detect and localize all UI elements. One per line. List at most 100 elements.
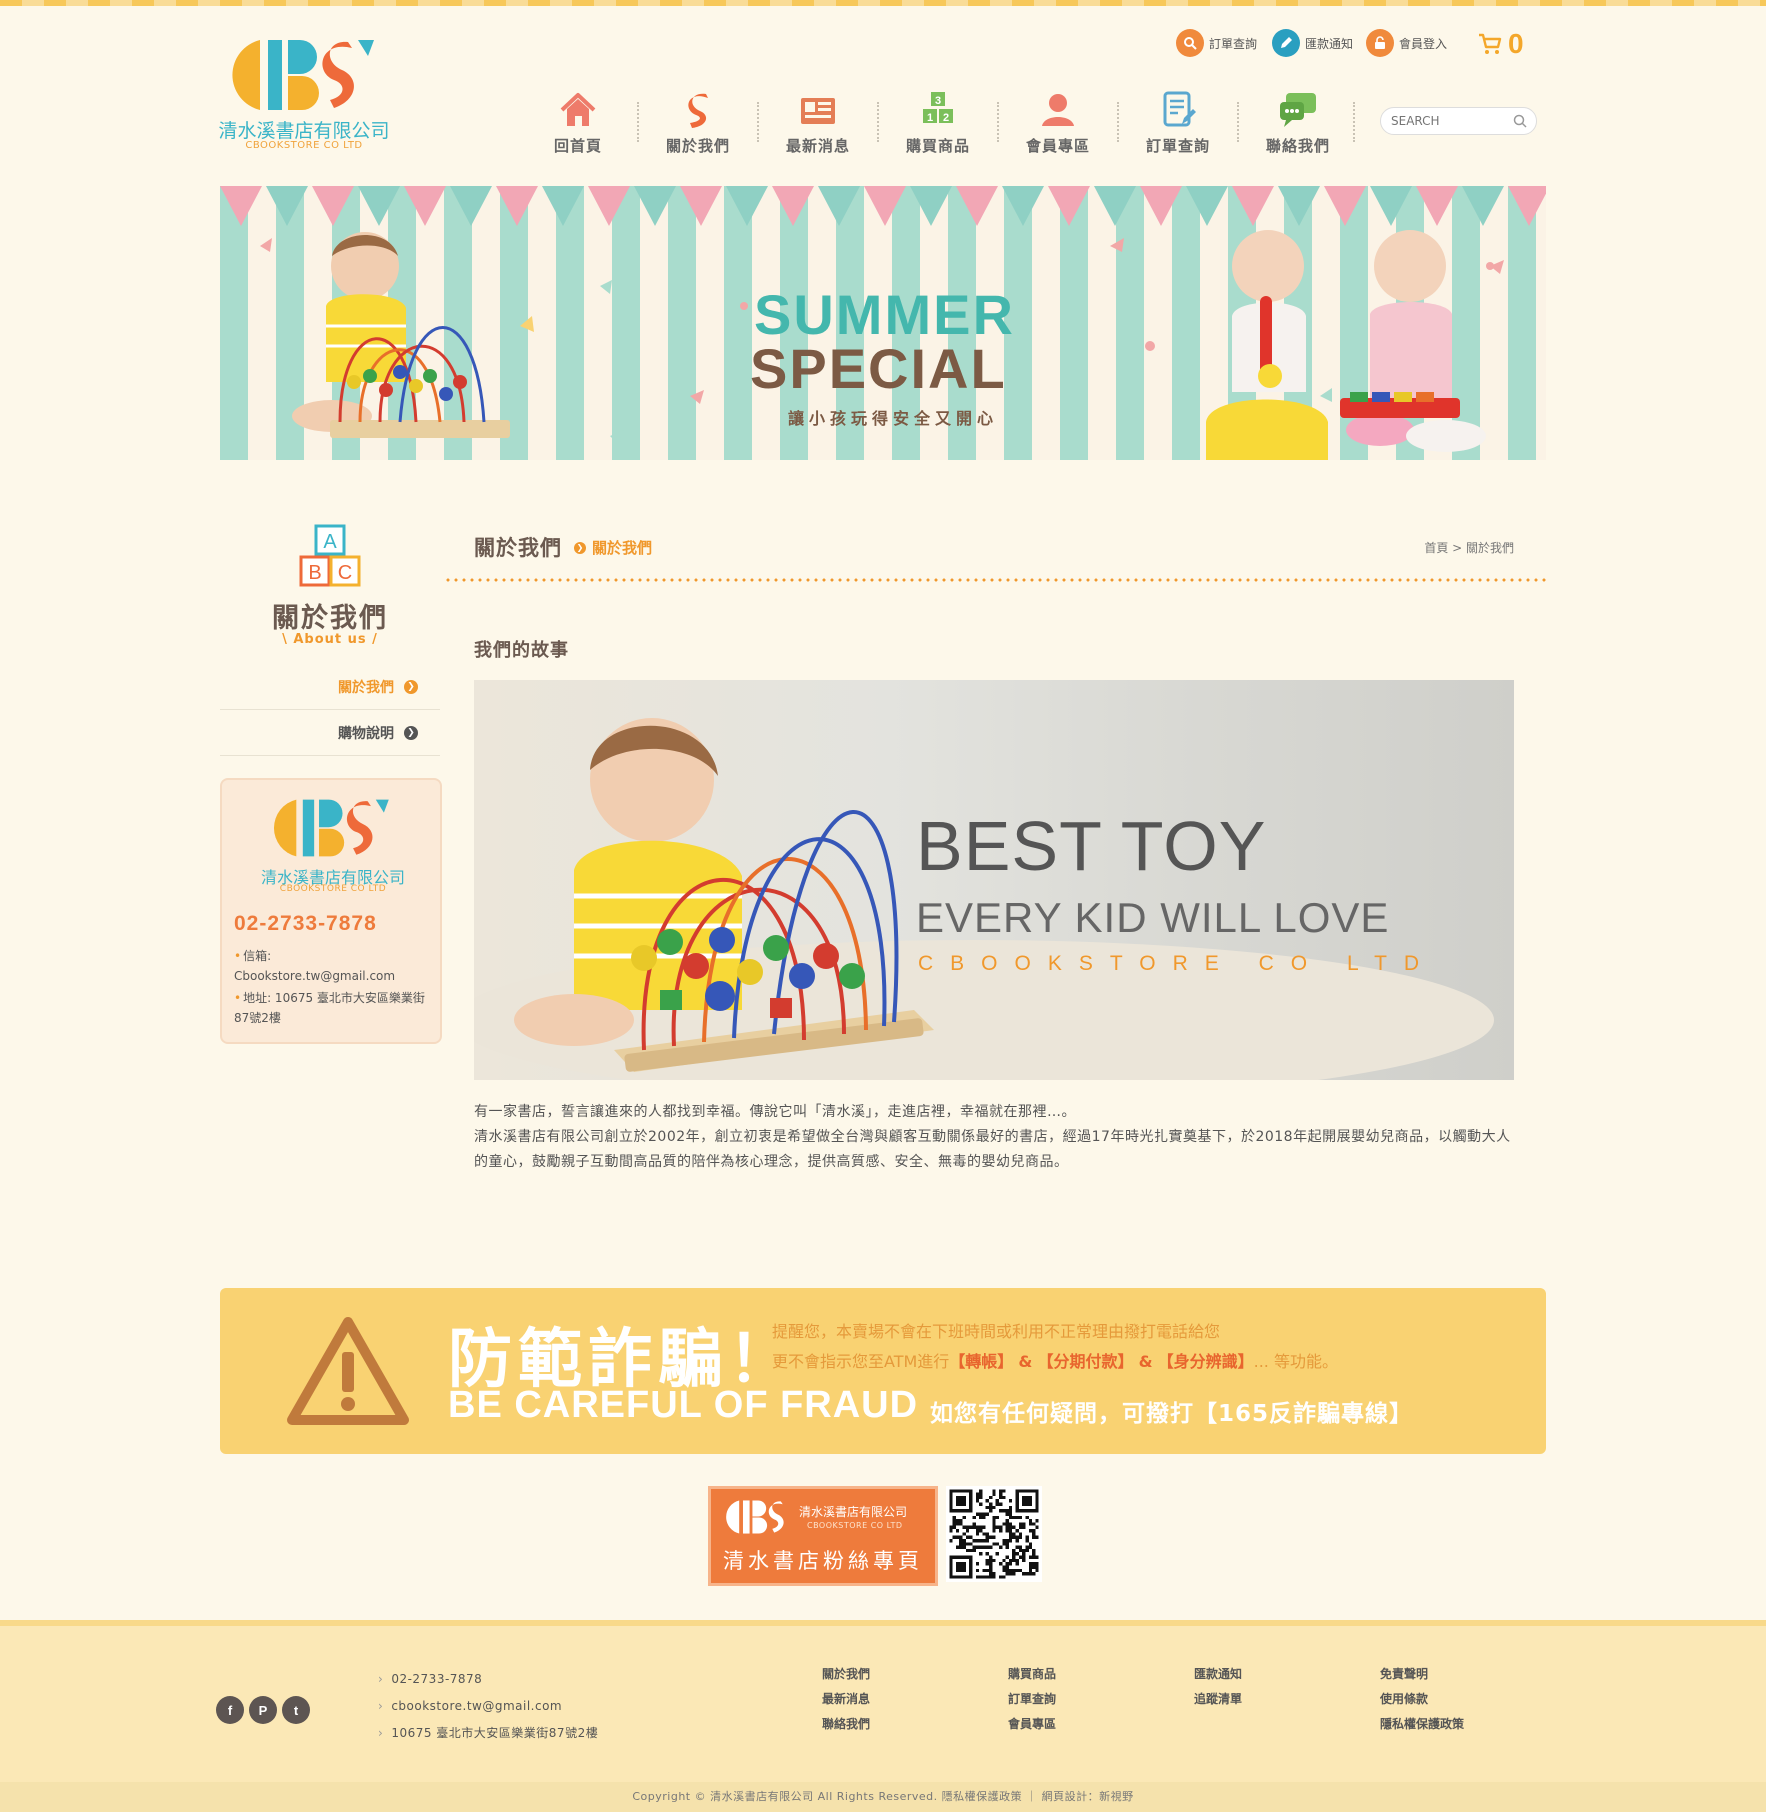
nav-about[interactable]: 關於我們 bbox=[638, 88, 758, 158]
site-logo[interactable]: 清水溪書店有限公司 CBOOKSTORE CO LTD bbox=[218, 38, 390, 154]
toplink-label: 訂單查詢 bbox=[1209, 36, 1258, 51]
fan-page-label: 清水書店粉絲專頁 bbox=[723, 1549, 923, 1573]
page: 清水溪書店有限公司 CBOOKSTORE CO LTD 訂單查詢 匯款通知 會員… bbox=[0, 0, 1766, 1812]
nav-label: 聯絡我們 bbox=[1265, 137, 1330, 155]
bunting-flag bbox=[1140, 186, 1182, 226]
footer-address-text: 10675 臺北市大安區樂業街87號2樓 bbox=[391, 1726, 599, 1740]
bunting-flag bbox=[496, 186, 538, 226]
pencil-icon bbox=[1272, 29, 1300, 57]
home-icon bbox=[560, 93, 596, 126]
footer-contact: › 02-2733-7878 › cbookstore.tw@gmail.com ›… bbox=[378, 1666, 598, 1747]
sidebar-item-label: 關於我們 bbox=[338, 679, 394, 696]
sidebar-subtitle: \ About us / bbox=[282, 632, 378, 647]
svg-text:3: 3 bbox=[935, 95, 941, 107]
footer-link[interactable]: 購買商品 bbox=[1008, 1662, 1056, 1687]
contact-company-en: CBOOKSTORE CO LTD bbox=[279, 884, 387, 894]
sidebar-item-shopping-guide[interactable]: 購物說明 ❯ bbox=[220, 710, 440, 756]
bunting-flag bbox=[404, 186, 446, 226]
toplink-label: 會員登入 bbox=[1399, 36, 1448, 51]
footer-phone-text: 02-2733-7878 bbox=[391, 1672, 483, 1686]
bunting-flag bbox=[772, 186, 814, 226]
footer-link[interactable]: 聯絡我們 bbox=[822, 1712, 870, 1737]
news-icon bbox=[801, 98, 835, 124]
contact-email: • 信箱: Cbookstore.tw@gmail.com bbox=[234, 946, 436, 986]
fraud-amp: & bbox=[1018, 1352, 1033, 1371]
summer-special-banner[interactable]: SUMMER SPECIAL 讓小孩玩得安全又開心 bbox=[220, 186, 1546, 460]
nav-news[interactable]: 最新消息 bbox=[758, 88, 878, 158]
contact-email-text: 信箱: Cbookstore.tw@gmail.com bbox=[234, 949, 396, 983]
bunting-flag bbox=[220, 186, 262, 226]
footer-email-text: cbookstore.tw@gmail.com bbox=[391, 1699, 563, 1713]
blocks-icon: 3 1 2 bbox=[923, 92, 953, 124]
current-section-label: 關於我們 bbox=[592, 539, 653, 557]
nav-shop[interactable]: 3 1 2 購買商品 bbox=[878, 88, 998, 158]
qr-code[interactable] bbox=[946, 1486, 1042, 1582]
story-paragraph: 清水溪書店有限公司創立於2002年，創立初衷是希望做全台灣與顧客互動關係最好的書… bbox=[474, 1129, 1511, 1170]
svg-text:1: 1 bbox=[927, 112, 933, 124]
chevron-right-icon: ❯ bbox=[404, 679, 418, 694]
bunting-flag bbox=[450, 186, 492, 226]
footer-link[interactable]: 使用條款 bbox=[1380, 1687, 1464, 1712]
bunting-flag bbox=[542, 186, 584, 226]
nav-home[interactable]: 回首頁 bbox=[518, 88, 638, 158]
copyright: Copyright © 清水溪書店有限公司 All Rights Reserve… bbox=[0, 1782, 1766, 1812]
footer-link[interactable]: 追蹤清單 bbox=[1194, 1687, 1242, 1712]
banner-subtitle: 讓小孩玩得安全又開心 bbox=[788, 409, 999, 428]
footer-link[interactable]: 匯款通知 bbox=[1194, 1662, 1242, 1687]
cart-button[interactable]: 0 bbox=[1478, 28, 1524, 60]
fraud-hotline: 如您有任何疑問，可撥打【165反詐騙專線】 bbox=[930, 1401, 1414, 1427]
search-input[interactable] bbox=[1391, 111, 1509, 131]
footer-link[interactable]: 會員專區 bbox=[1008, 1712, 1056, 1737]
bunting-flag bbox=[1508, 186, 1546, 226]
cbs-logo-icon bbox=[726, 1500, 784, 1534]
bunting-flag bbox=[1048, 186, 1090, 226]
banner-title-line2: SPECIAL bbox=[750, 337, 1007, 400]
footer-link[interactable]: 免責聲明 bbox=[1380, 1662, 1464, 1687]
fraud-notice-line2: 更不會指示您至ATM進行【轉帳】 & 【分期付款】 & 【身分辨識】... 等功… bbox=[772, 1348, 1338, 1372]
chevron-right-icon: ❯ bbox=[574, 541, 586, 554]
story-paragraph: 有一家書店，誓言讓進來的人都找到幸福。傳說它叫「清水溪」，走進店裡，幸福就在那裡… bbox=[474, 1104, 1076, 1120]
dotted-divider bbox=[444, 578, 1546, 582]
fraud-warning-banner: 防範詐騙！ BE CAREFUL OF FRAUD 提醒您，本賣場不會在下班時間… bbox=[220, 1288, 1546, 1454]
footer-address: › 10675 臺北市大安區樂業街87號2樓 bbox=[378, 1720, 598, 1747]
story-text: 有一家書店，誓言讓進來的人都找到幸福。傳說它叫「清水溪」，走進店裡，幸福就在那裡… bbox=[474, 1100, 1514, 1175]
bunting-flag bbox=[312, 186, 354, 226]
footer-link[interactable]: 訂單查詢 bbox=[1008, 1687, 1056, 1712]
nav-member[interactable]: 會員專區 bbox=[998, 88, 1118, 158]
fan-page-button[interactable]: 清水溪書店有限公司 CBOOKSTORE CO LTD 清水書店粉絲專頁 bbox=[708, 1486, 938, 1586]
chevron-right-icon: › bbox=[378, 1726, 384, 1740]
nav-label: 會員專區 bbox=[1025, 137, 1090, 155]
hero-line3: CBOOKSTORE CO LTD bbox=[918, 952, 1437, 975]
bullet-dot: • bbox=[234, 949, 242, 963]
fan-company-name: 清水溪書店有限公司 bbox=[799, 1505, 908, 1519]
toplink-remittance[interactable]: 匯款通知 bbox=[1272, 28, 1353, 58]
footer-link[interactable]: 最新消息 bbox=[822, 1687, 870, 1712]
sidebar-item-label: 購物說明 bbox=[338, 725, 394, 742]
svg-text:A: A bbox=[323, 531, 337, 553]
breadcrumb[interactable]: 首頁 > 關於我們 bbox=[1424, 539, 1514, 556]
bunting-flag bbox=[1094, 186, 1136, 226]
footer-email[interactable]: › cbookstore.tw@gmail.com bbox=[378, 1693, 598, 1720]
cbs-logo-icon bbox=[273, 799, 389, 857]
nav-contact[interactable]: 聯絡我們 bbox=[1238, 88, 1358, 158]
fraud-keyword: 【轉帳】 bbox=[949, 1352, 1014, 1371]
toplink-label: 匯款通知 bbox=[1305, 36, 1354, 51]
search-icon[interactable] bbox=[1512, 113, 1528, 129]
user-icon bbox=[1042, 94, 1074, 126]
bunting-flag bbox=[1278, 186, 1320, 226]
hero-line1: BEST TOY bbox=[916, 807, 1267, 885]
warning-triangle-icon bbox=[287, 1317, 409, 1425]
content-header: 關於我們 ❯ 關於我們 首頁 > 關於我們 bbox=[474, 532, 1514, 566]
twitter-icon[interactable]: t bbox=[282, 1696, 310, 1724]
nav-order[interactable]: 訂單查詢 bbox=[1118, 88, 1238, 158]
toplink-order-query[interactable]: 訂單查詢 bbox=[1176, 28, 1257, 58]
svg-text:C: C bbox=[338, 562, 352, 584]
facebook-icon[interactable]: f bbox=[216, 1696, 244, 1724]
footer-link[interactable]: 關於我們 bbox=[822, 1662, 870, 1687]
fraud-notice-line1: 提醒您，本賣場不會在下班時間或利用不正常理由撥打電話給您 bbox=[772, 1322, 1221, 1341]
plurk-icon[interactable]: P bbox=[249, 1696, 277, 1724]
bunting-flag bbox=[680, 186, 722, 226]
sidebar-item-about[interactable]: 關於我們 ❯ bbox=[220, 664, 440, 710]
toplink-member-login[interactable]: 會員登入 bbox=[1366, 28, 1447, 58]
footer-link[interactable]: 隱私權保護政策 bbox=[1380, 1712, 1464, 1737]
